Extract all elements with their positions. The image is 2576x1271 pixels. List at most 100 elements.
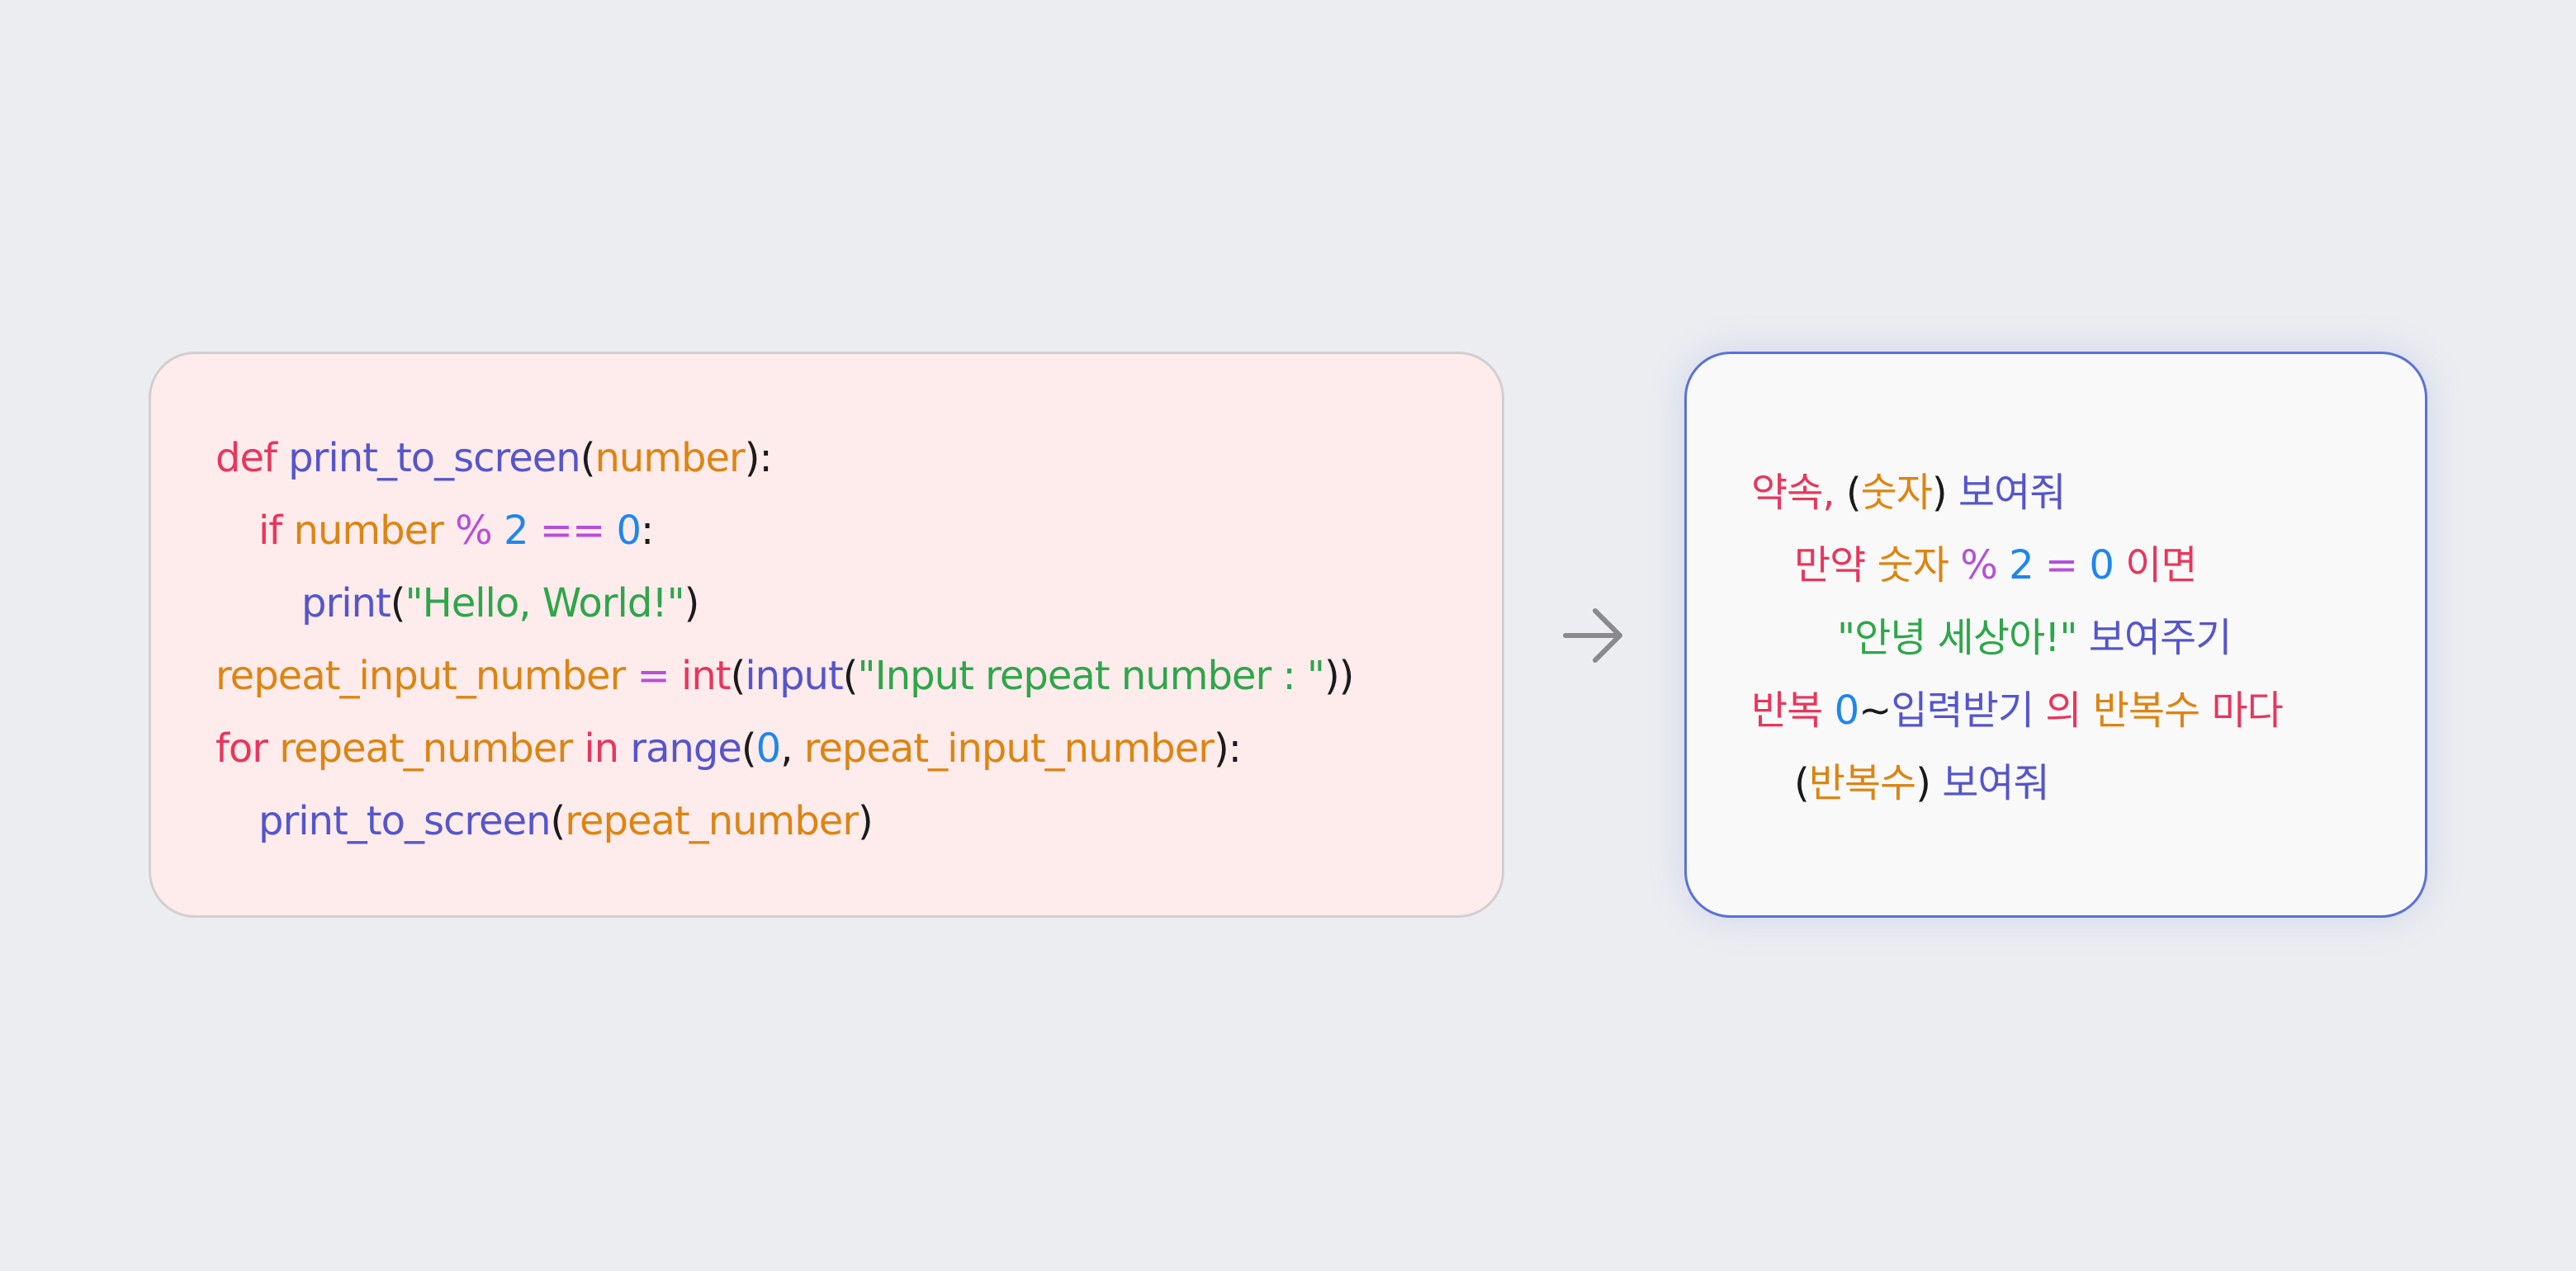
code-token-variable: repeat_input_number xyxy=(803,725,1215,772)
code-token-operator: = xyxy=(637,653,670,699)
code-token-string: "Hello, World!" xyxy=(405,580,685,626)
korean-token-keyword: 약속, xyxy=(1751,470,1835,516)
code-token-punctuation xyxy=(282,508,293,554)
korean-token-punctuation xyxy=(1997,542,2009,588)
code-token-punctuation: ): xyxy=(744,435,773,481)
code-token-variable: repeat_input_number xyxy=(215,653,626,699)
code-line-1: def print_to_screen(number): xyxy=(215,422,1502,494)
korean-code-panel: 약속, (숫자) 보여줘 만약 숫자 % 2 = 0 이면 "안녕 세상아!" 보여… xyxy=(1684,352,2427,918)
korean-token-keyword: 반복 xyxy=(1751,687,1823,734)
code-line-4: repeat_input_number = int(input("Input r… xyxy=(215,640,1502,712)
korean-token-string: "안녕 세상아!" xyxy=(1837,615,2077,661)
korean-token-punctuation xyxy=(1835,470,1846,516)
korean-token-punctuation xyxy=(2034,687,2045,734)
korean-token-punctuation: ) xyxy=(1931,470,1948,516)
code-token-punctuation: ): xyxy=(1213,725,1242,772)
korean-token-punctuation: ( xyxy=(1845,470,1862,516)
korean-token-variable: 숫자 xyxy=(1877,542,1949,588)
code-line-6: print_to_screen(repeat_number) xyxy=(215,785,1502,858)
korean-token-punctuation xyxy=(1949,542,1960,588)
korean-token-punctuation xyxy=(2200,687,2211,734)
code-token-punctuation: ( xyxy=(842,653,859,699)
code-token-punctuation: ( xyxy=(741,725,757,772)
korean-token-function: 보여줘 xyxy=(1958,470,2066,516)
korean-token-operator: = xyxy=(2044,542,2078,588)
korean-token-punctuation xyxy=(1930,760,1942,806)
code-line-3: print("Hello, World!") xyxy=(215,567,1502,640)
code-token-punctuation xyxy=(670,653,681,699)
korean-token-punctuation xyxy=(1865,542,1877,588)
korean-token-punctuation xyxy=(1947,470,1958,516)
code-token-punctuation xyxy=(492,508,504,554)
code-token-keyword: int xyxy=(681,653,732,699)
korean-line-4: 반복 0~입력받기 의 반복수 마다 xyxy=(1751,674,2425,747)
korean-token-punctuation: ( xyxy=(1794,760,1810,806)
korean-token-punctuation xyxy=(2034,542,2045,588)
code-token-keyword: in xyxy=(584,725,619,772)
code-token-punctuation xyxy=(443,508,455,554)
code-token-punctuation xyxy=(528,508,540,554)
korean-token-punctuation xyxy=(1822,687,1834,734)
code-token-punctuation: : xyxy=(641,508,654,554)
code-token-number: 0 xyxy=(616,508,642,554)
code-token-function: print_to_screen xyxy=(288,435,581,481)
code-token-punctuation: ( xyxy=(550,798,566,844)
code-token-punctuation xyxy=(277,435,288,481)
korean-token-punctuation xyxy=(2081,687,2092,734)
korean-token-punctuation xyxy=(2077,542,2089,588)
code-token-punctuation: , xyxy=(780,725,804,772)
korean-token-keyword: 마다 xyxy=(2211,687,2283,734)
code-token-punctuation: ( xyxy=(730,653,746,699)
korean-token-number: 2 xyxy=(2009,542,2034,588)
korean-token-keyword: 이면 xyxy=(2125,542,2197,588)
code-token-punctuation xyxy=(618,725,630,772)
code-token-punctuation xyxy=(625,653,637,699)
korean-token-variable: 반복수 xyxy=(2092,687,2200,734)
korean-token-punctuation xyxy=(2114,542,2125,588)
korean-token-keyword: 의 xyxy=(2045,687,2081,734)
korean-token-variable: 숫자 xyxy=(1860,470,1933,516)
korean-token-function: 보여주기 xyxy=(2088,615,2233,661)
code-token-function: print_to_screen xyxy=(258,798,552,844)
code-token-punctuation: ( xyxy=(390,580,406,626)
code-token-keyword: def xyxy=(215,435,277,481)
code-token-punctuation xyxy=(572,725,584,772)
code-token-operator: % xyxy=(455,508,493,554)
code-line-2: if number % 2 == 0: xyxy=(215,494,1502,567)
korean-line-3: "안녕 세상아!" 보여주기 xyxy=(1751,602,2425,674)
korean-token-operator: % xyxy=(1960,542,1998,588)
korean-line-5: (반복수) 보여줘 xyxy=(1751,747,2425,820)
code-token-string: "Input repeat number : " xyxy=(857,653,1325,699)
code-token-variable: number xyxy=(293,508,444,554)
code-token-operator: == xyxy=(539,508,605,554)
code-token-number: 2 xyxy=(503,508,529,554)
code-token-punctuation xyxy=(268,725,279,772)
code-token-function: input xyxy=(745,653,843,699)
code-token-punctuation xyxy=(604,508,616,554)
korean-token-number: 0 xyxy=(2089,542,2114,588)
korean-token-function: 보여줘 xyxy=(1942,760,2049,806)
korean-token-punctuation: ~ xyxy=(1859,687,1892,734)
code-token-variable: repeat_number xyxy=(279,725,573,772)
code-token-variable: number xyxy=(594,435,745,481)
korean-token-keyword: 만약 xyxy=(1794,542,1866,588)
korean-line-2: 만약 숫자 % 2 = 0 이면 xyxy=(1751,529,2425,602)
code-line-5: for repeat_number in range(0, repeat_inp… xyxy=(215,712,1502,785)
arrow-right-icon xyxy=(1563,608,1622,663)
code-token-punctuation: ( xyxy=(580,435,596,481)
korean-token-variable: 반복수 xyxy=(1808,760,1916,806)
code-token-variable: repeat_number xyxy=(565,798,859,844)
korean-token-punctuation xyxy=(2076,615,2088,661)
code-token-punctuation: )) xyxy=(1324,653,1354,699)
korean-token-punctuation: ) xyxy=(1915,760,1931,806)
code-token-punctuation: ) xyxy=(858,798,874,844)
code-token-keyword: for xyxy=(215,725,268,772)
code-token-punctuation: ) xyxy=(684,580,700,626)
korean-line-1: 약속, (숫자) 보여줘 xyxy=(1751,456,2425,529)
korean-token-function: 입력받기 xyxy=(1891,687,2034,734)
code-token-keyword: if xyxy=(258,508,282,554)
code-token-number: 0 xyxy=(755,725,782,772)
python-code-panel: def print_to_screen(number): if number % … xyxy=(149,352,1504,918)
code-token-function: print xyxy=(301,580,391,626)
korean-token-number: 0 xyxy=(1834,687,1860,734)
